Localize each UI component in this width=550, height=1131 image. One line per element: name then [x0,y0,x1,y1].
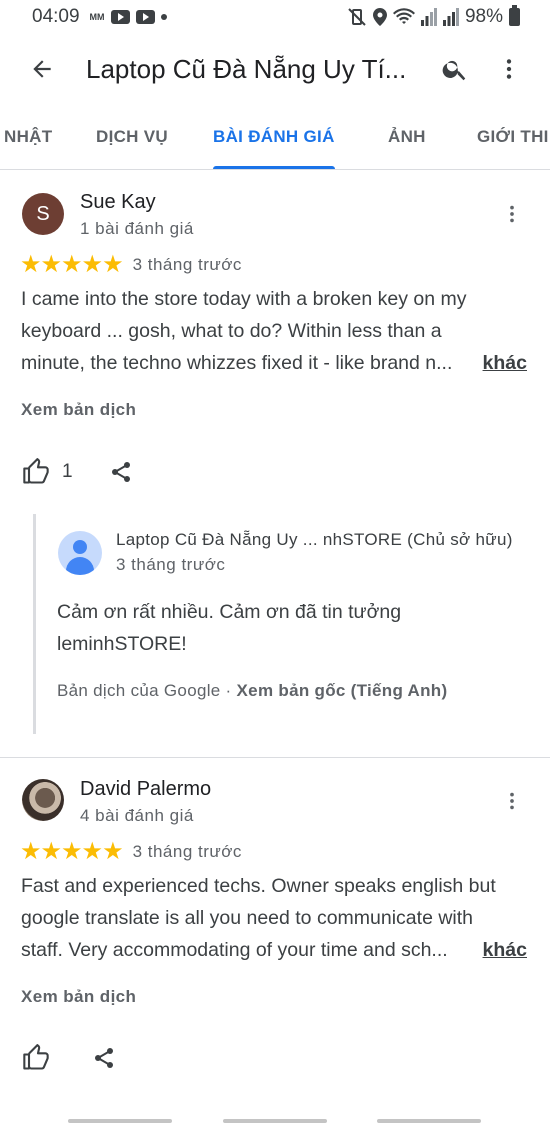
review-options-button[interactable] [494,783,530,819]
tab-photos[interactable]: ẢNH [388,104,426,169]
thumb-up-icon[interactable] [22,1044,50,1072]
see-original-link[interactable]: Xem bản gốc (Tiếng Anh) [237,681,448,700]
owner-reply: Laptop Cũ Đà Nẵng Uy ... nhSTORE (Chủ sở… [33,514,550,734]
share-button[interactable] [109,460,133,484]
overflow-menu-button[interactable] [482,42,536,96]
review-text-line: I came into the store today with a broke… [21,288,467,310]
tab-overview[interactable]: NHẬT [4,104,52,169]
mute-vibrate-icon [348,8,366,26]
tab-services[interactable]: DỊCH VỤ [96,104,168,169]
app-bar: Laptop Cũ Đà Nẵng Uy Tí... [0,34,550,104]
reply-text: Cảm ơn rất nhiều. Cảm ơn đã tin tưởng le… [57,596,537,660]
arrow-back-icon [33,60,51,78]
review-actions [22,1044,116,1072]
signal-icon [420,8,437,26]
review-date: 3 tháng trước [132,842,242,861]
search-icon [442,60,466,81]
like-count: 1 [62,461,73,482]
more-notifications-icon [160,14,167,20]
review-text: Fast and experienced techs. Owner speaks… [21,870,531,966]
read-more-link[interactable]: khác [472,347,527,379]
review-actions: 1 [22,458,133,486]
share-button[interactable] [92,1046,116,1070]
tab-about[interactable]: GIỚI THI [477,104,549,169]
reply-text-line: leminhSTORE! [57,633,187,655]
avatar[interactable] [22,779,64,821]
translation-note: Bản dịch của Google · Xem bản gốc (Tiếng… [57,681,447,701]
battery-icon [509,5,520,26]
more-vert-icon [510,205,514,223]
read-more-link[interactable]: khác [472,934,527,966]
star-rating-icon: ★★★★★ [20,251,124,278]
see-translation-link[interactable]: Xem bản dịch [21,987,136,1007]
thumb-up-icon[interactable] [22,458,50,486]
rating-row: ★★★★★ 3 tháng trước [20,840,242,864]
youtube-icon [110,10,130,24]
review-text-line: Fast and experienced techs. Owner speaks… [21,875,496,897]
share-icon [95,1048,113,1068]
review-text-line-content: minute, the techno whizzes fixed it - li… [21,352,453,374]
review-date: 3 tháng trước [132,255,242,274]
nav-back-button[interactable] [377,1119,481,1123]
youtube-icon [135,10,155,24]
nav-recents-button[interactable] [68,1119,172,1123]
share-icon [111,462,130,482]
owner-avatar [58,531,102,575]
reply-text-line: Cảm ơn rất nhiều. Cảm ơn đã tin tưởng [57,601,402,623]
review-text: I came into the store today with a broke… [21,283,531,379]
status-bar: 04:09 MM 98% [0,0,550,34]
reviewer-review-count: 1 bài đánh giá [80,219,194,238]
signal-icon [442,8,459,26]
reply-date: 3 tháng trước [116,555,226,574]
see-translation-link[interactable]: Xem bản dịch [21,400,136,420]
page-title: Laptop Cũ Đà Nẵng Uy Tí... [86,53,407,84]
rating-row: ★★★★★ 3 tháng trước [20,253,242,277]
nav-home-button[interactable] [223,1119,327,1123]
owner-name: Laptop Cũ Đà Nẵng Uy ... nhSTORE (Chủ sở… [116,530,513,549]
search-button[interactable] [428,42,482,96]
review-text-line: staff. Very accommodating of your time a… [21,934,531,966]
more-vert-icon [506,59,512,79]
back-button[interactable] [12,39,72,99]
reviewer-name[interactable]: David Palermo [80,778,211,801]
review-text-line: google translate is all you need to comm… [21,907,474,929]
more-vert-icon [510,792,514,810]
location-icon [372,8,387,26]
avatar[interactable]: S [22,193,64,235]
reviewer-review-count: 4 bài đánh giá [80,806,194,825]
tab-bar: NHẬT DỊCH VỤ BÀI ĐÁNH GIÁ ẢNH GIỚI THI [0,104,550,170]
review-options-button[interactable] [494,196,530,232]
review-text-line: minute, the techno whizzes fixed it - li… [21,347,531,379]
reviewer-name[interactable]: Sue Kay [80,191,156,214]
mm-icon: MM [89,11,105,22]
system-nav-bar [0,1110,550,1131]
star-rating-icon: ★★★★★ [20,838,124,865]
wifi-icon [392,8,415,24]
review-text-line-content: staff. Very accommodating of your time a… [21,939,448,961]
divider [0,757,550,758]
translated-by-label: Bản dịch của Google · [57,681,237,700]
review-text-line: keyboard ... gosh, what to do? Within le… [21,320,442,342]
tab-reviews[interactable]: BÀI ĐÁNH GIÁ [213,104,335,169]
status-time: 04:09 [32,6,80,27]
battery-percent: 98% [464,6,503,27]
